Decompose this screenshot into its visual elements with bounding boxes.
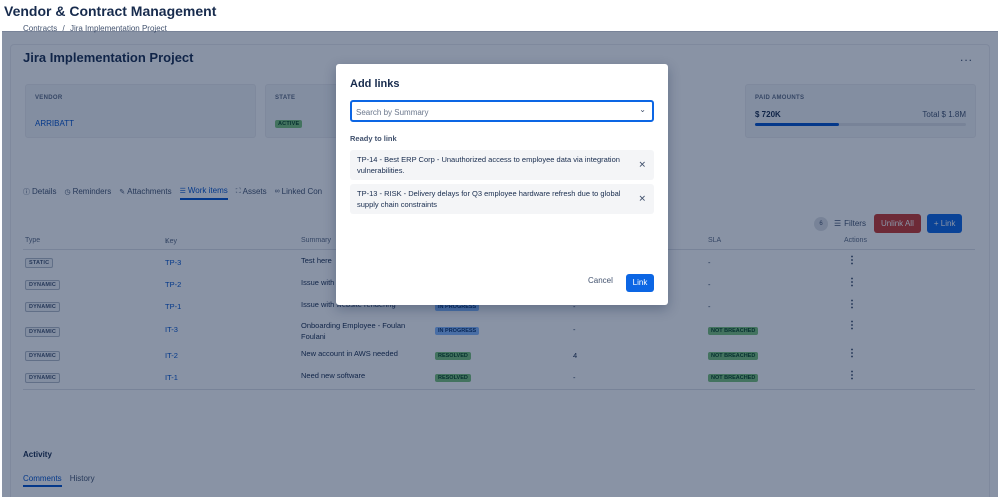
- app-title: Vendor & Contract Management: [4, 3, 217, 19]
- chevron-down-icon[interactable]: ⌄: [639, 105, 646, 114]
- link-item-text: TP-13 - RISK - Delivery delays for Q3 em…: [357, 189, 621, 209]
- remove-icon[interactable]: ✕: [638, 194, 646, 205]
- modal-title: Add links: [350, 78, 400, 90]
- search-input[interactable]: [352, 103, 632, 122]
- search-dropdown[interactable]: ⌄: [350, 100, 654, 122]
- ready-to-link-label: Ready to link: [350, 134, 397, 143]
- link-button[interactable]: Link: [626, 274, 654, 292]
- link-item: TP-13 - RISK - Delivery delays for Q3 em…: [350, 184, 654, 214]
- remove-icon[interactable]: ✕: [638, 160, 646, 171]
- cancel-button[interactable]: Cancel: [588, 276, 613, 285]
- add-links-modal: Add links ⌄ Ready to link TP-14 - Best E…: [336, 64, 668, 305]
- link-item-text: TP-14 - Best ERP Corp - Unauthorized acc…: [357, 155, 620, 175]
- link-item: TP-14 - Best ERP Corp - Unauthorized acc…: [350, 150, 654, 180]
